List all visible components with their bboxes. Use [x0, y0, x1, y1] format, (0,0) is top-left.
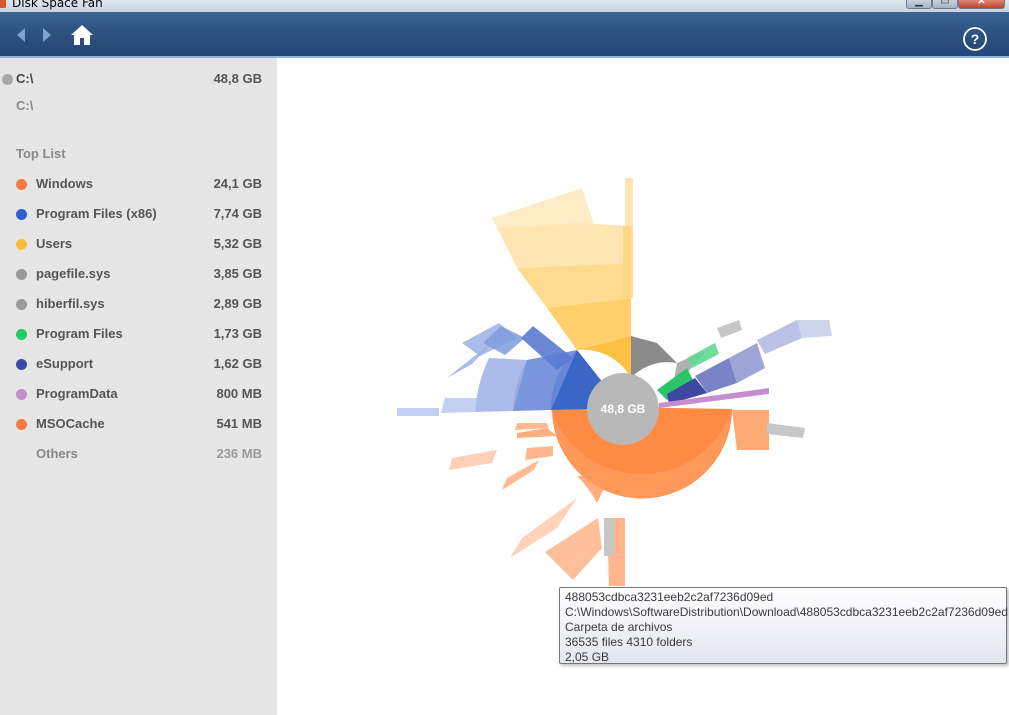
color-dot-icon — [16, 209, 27, 220]
home-icon — [71, 25, 93, 45]
item-label: hiberfil.sys — [36, 296, 105, 311]
svg-text:?: ? — [971, 31, 980, 47]
help-button[interactable]: ? — [962, 26, 988, 52]
item-label: Program Files — [36, 326, 123, 341]
tooltip: 488053cdbca3231eeb2c2af7236d09ed C:\Wind… — [559, 587, 1008, 664]
close-button[interactable]: ✕ — [958, 0, 1005, 9]
back-arrow-icon — [17, 28, 25, 42]
item-label: MSOCache — [36, 416, 105, 431]
item-size: 7,74 GB — [213, 206, 262, 221]
top-list-item-programdata[interactable]: ProgramData 800 MB — [0, 382, 277, 406]
item-size: 236 MB — [216, 446, 262, 461]
back-button[interactable] — [12, 26, 30, 44]
app-icon — [0, 0, 6, 8]
top-list-item-msocache[interactable]: MSOCache 541 MB — [0, 412, 277, 436]
title-bar: Disk Space Fan ▁ ▭ ✕ — [0, 0, 1009, 12]
top-list-item-esupport[interactable]: eSupport 1,62 GB — [0, 352, 277, 376]
item-size: 1,62 GB — [213, 356, 262, 371]
center-total-label: 48,8 GB — [601, 402, 646, 416]
top-list-item-pagefile[interactable]: pagefile.sys 3,85 GB — [0, 262, 277, 286]
color-dot-icon — [16, 269, 27, 280]
top-list-item-program-files[interactable]: Program Files 1,73 GB — [0, 322, 277, 346]
item-label: pagefile.sys — [36, 266, 111, 281]
sidebar: C:\ 48,8 GB C:\ Top List Windows 24,1 GB… — [0, 58, 277, 715]
color-dot-icon — [16, 239, 27, 250]
toolbar: ? — [0, 12, 1009, 58]
item-label: ProgramData — [36, 386, 118, 401]
drive-dot-icon — [2, 74, 13, 85]
top-list-item-windows[interactable]: Windows 24,1 GB — [0, 172, 277, 196]
item-label: Users — [36, 236, 73, 251]
item-label: Program Files (x86) — [36, 206, 157, 221]
item-label: eSupport — [36, 356, 94, 371]
forward-button[interactable] — [38, 26, 56, 44]
tooltip-counts: 36535 files 4310 folders — [565, 635, 693, 649]
item-size: 1,73 GB — [213, 326, 262, 341]
tooltip-name: 488053cdbca3231eeb2c2af7236d09ed — [565, 590, 774, 604]
current-path: C:\ — [16, 98, 34, 113]
drive-size: 48,8 GB — [213, 71, 262, 86]
window-title: Disk Space Fan — [12, 0, 103, 10]
color-dot-icon — [16, 299, 27, 310]
item-label: Others — [36, 446, 78, 461]
color-dot-icon — [16, 419, 27, 430]
drive-item[interactable]: C:\ 48,8 GB — [0, 67, 277, 91]
minimize-button[interactable]: ▁ — [906, 0, 932, 9]
color-dot-icon — [16, 179, 27, 190]
tooltip-path: C:\Windows\SoftwareDistribution\Download… — [565, 605, 1008, 619]
color-dot-icon — [16, 329, 27, 340]
item-size: 24,1 GB — [213, 176, 262, 191]
tooltip-type: Carpeta de archivos — [565, 620, 673, 634]
color-dot-icon — [16, 389, 27, 400]
item-size: 3,85 GB — [213, 266, 262, 281]
maximize-button[interactable]: ▭ — [932, 0, 958, 9]
color-dot-icon — [16, 359, 27, 370]
top-list-item-program-files-x86[interactable]: Program Files (x86) 7,74 GB — [0, 202, 277, 226]
top-list-item-others[interactable]: Others 236 MB — [0, 442, 277, 466]
item-size: 800 MB — [216, 386, 262, 401]
home-button[interactable] — [70, 24, 94, 46]
top-list-item-hiberfil[interactable]: hiberfil.sys 2,89 GB — [0, 292, 277, 316]
tooltip-size: 2,05 GB — [565, 650, 610, 664]
forward-arrow-icon — [43, 28, 51, 42]
help-icon: ? — [963, 27, 987, 51]
item-size: 541 MB — [216, 416, 262, 431]
drive-label: C:\ — [16, 71, 34, 86]
item-size: 2,89 GB — [213, 296, 262, 311]
top-list-item-users[interactable]: Users 5,32 GB — [0, 232, 277, 256]
top-list-heading: Top List — [16, 146, 66, 161]
item-label: Windows — [36, 176, 93, 191]
item-size: 5,32 GB — [213, 236, 262, 251]
